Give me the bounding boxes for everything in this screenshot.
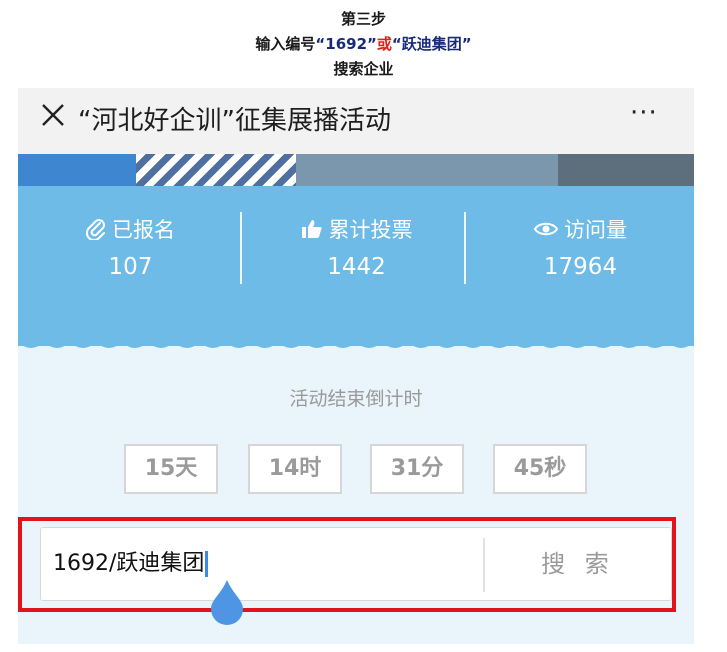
eye-icon [534,222,558,236]
countdown-days: 15天 [124,444,218,494]
cursor-handle-icon[interactable] [208,578,246,626]
instruction-prefix: 输入编号 [255,35,316,53]
thumbs-up-icon [301,220,322,238]
stats-panel: 已报名 107 累计投票 1442 访问量 17964 [18,186,694,346]
stat-label: 已报名 [112,218,175,242]
close-icon[interactable] [40,102,66,128]
page-title: “河北好企训”征集展播活动 [78,106,391,136]
countdown-hours: 14时 [248,444,342,494]
countdown-minutes: 31分 [370,444,464,494]
stat-votes: 累计投票 1442 [244,214,469,280]
stats-divider [464,212,466,284]
instruction-company: “跃迪集团” [391,35,472,53]
stats-divider [240,212,242,284]
instruction-search: 搜索企业 [333,60,394,78]
stat-label: 访问量 [564,218,627,242]
countdown-seconds: 45秒 [493,444,587,494]
instruction-line: 输入编号“1692”或“跃迪集团” [0,33,727,54]
instruction-code: “1692” [315,35,377,53]
paperclip-icon [86,219,105,240]
stat-value: 17964 [543,254,618,280]
instruction-or: 或 [376,35,392,53]
stat-visits: 访问量 17964 [468,214,693,280]
banner-image [18,154,694,186]
instruction-step: 第三步 [340,10,386,28]
highlight-frame [18,517,676,612]
stat-label: 累计投票 [328,218,413,242]
stat-value: 107 [108,254,153,280]
wave-divider [18,333,694,348]
stat-registered: 已报名 107 [18,214,243,280]
title-bar: “河北好企训”征集展播活动 ··· [18,88,694,154]
more-options-icon[interactable]: ··· [630,98,658,128]
countdown-label: 活动结束倒计时 [289,388,423,410]
stat-value: 1442 [327,254,386,280]
